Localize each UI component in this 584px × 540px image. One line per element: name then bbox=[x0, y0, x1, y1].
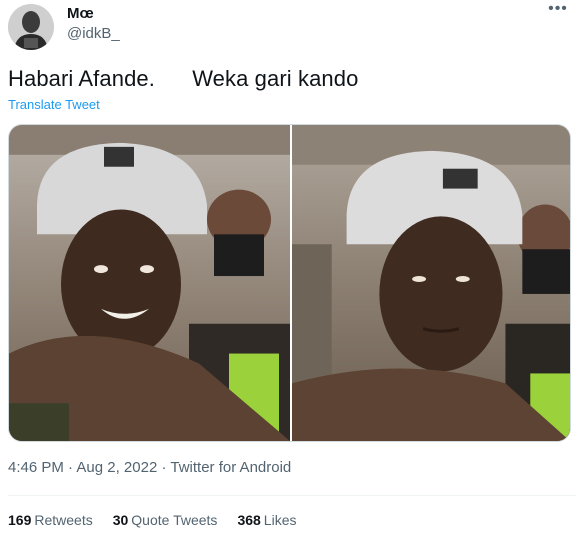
more-horizontal-icon: ••• bbox=[548, 0, 568, 17]
engagement-stats: 169 Retweets 30 Quote Tweets 368 Likes bbox=[8, 512, 296, 528]
retweets-stat[interactable]: 169 Retweets bbox=[8, 512, 93, 528]
photo-right-illustration bbox=[292, 125, 570, 441]
quote-tweets-label: Quote Tweets bbox=[131, 512, 218, 528]
likes-count: 368 bbox=[237, 512, 261, 528]
divider bbox=[8, 495, 576, 496]
author-display-name[interactable]: Mœ bbox=[67, 5, 94, 22]
author-handle[interactable]: @idkB_ bbox=[67, 25, 120, 42]
translate-tweet-link[interactable]: Translate Tweet bbox=[8, 97, 100, 112]
retweets-label: Retweets bbox=[34, 512, 93, 528]
likes-stat[interactable]: 368 Likes bbox=[237, 512, 296, 528]
meta-separator: · bbox=[68, 459, 74, 476]
tweet-date[interactable]: Aug 2, 2022 bbox=[76, 459, 157, 476]
likes-label: Likes bbox=[263, 512, 297, 528]
more-options-button[interactable]: ••• bbox=[546, 1, 570, 22]
quote-tweets-stat[interactable]: 30 Quote Tweets bbox=[113, 512, 218, 528]
tweet-text: Habari Afande. Weka gari kando bbox=[8, 66, 359, 91]
tweet-source[interactable]: Twitter for Android bbox=[170, 459, 291, 476]
meta-separator: · bbox=[161, 459, 167, 476]
retweets-count: 169 bbox=[8, 512, 32, 528]
tweet-metadata: 4:46 PM · Aug 2, 2022 · Twitter for Andr… bbox=[8, 459, 291, 476]
media-photo-left[interactable] bbox=[9, 125, 290, 441]
avatar-image bbox=[8, 4, 54, 50]
photo-left-illustration bbox=[9, 125, 290, 441]
media-photo-right[interactable] bbox=[292, 125, 570, 441]
tweet-time[interactable]: 4:46 PM bbox=[8, 459, 64, 476]
quote-tweets-count: 30 bbox=[112, 512, 129, 528]
tweet-media[interactable] bbox=[8, 124, 571, 442]
avatar[interactable] bbox=[8, 4, 54, 50]
